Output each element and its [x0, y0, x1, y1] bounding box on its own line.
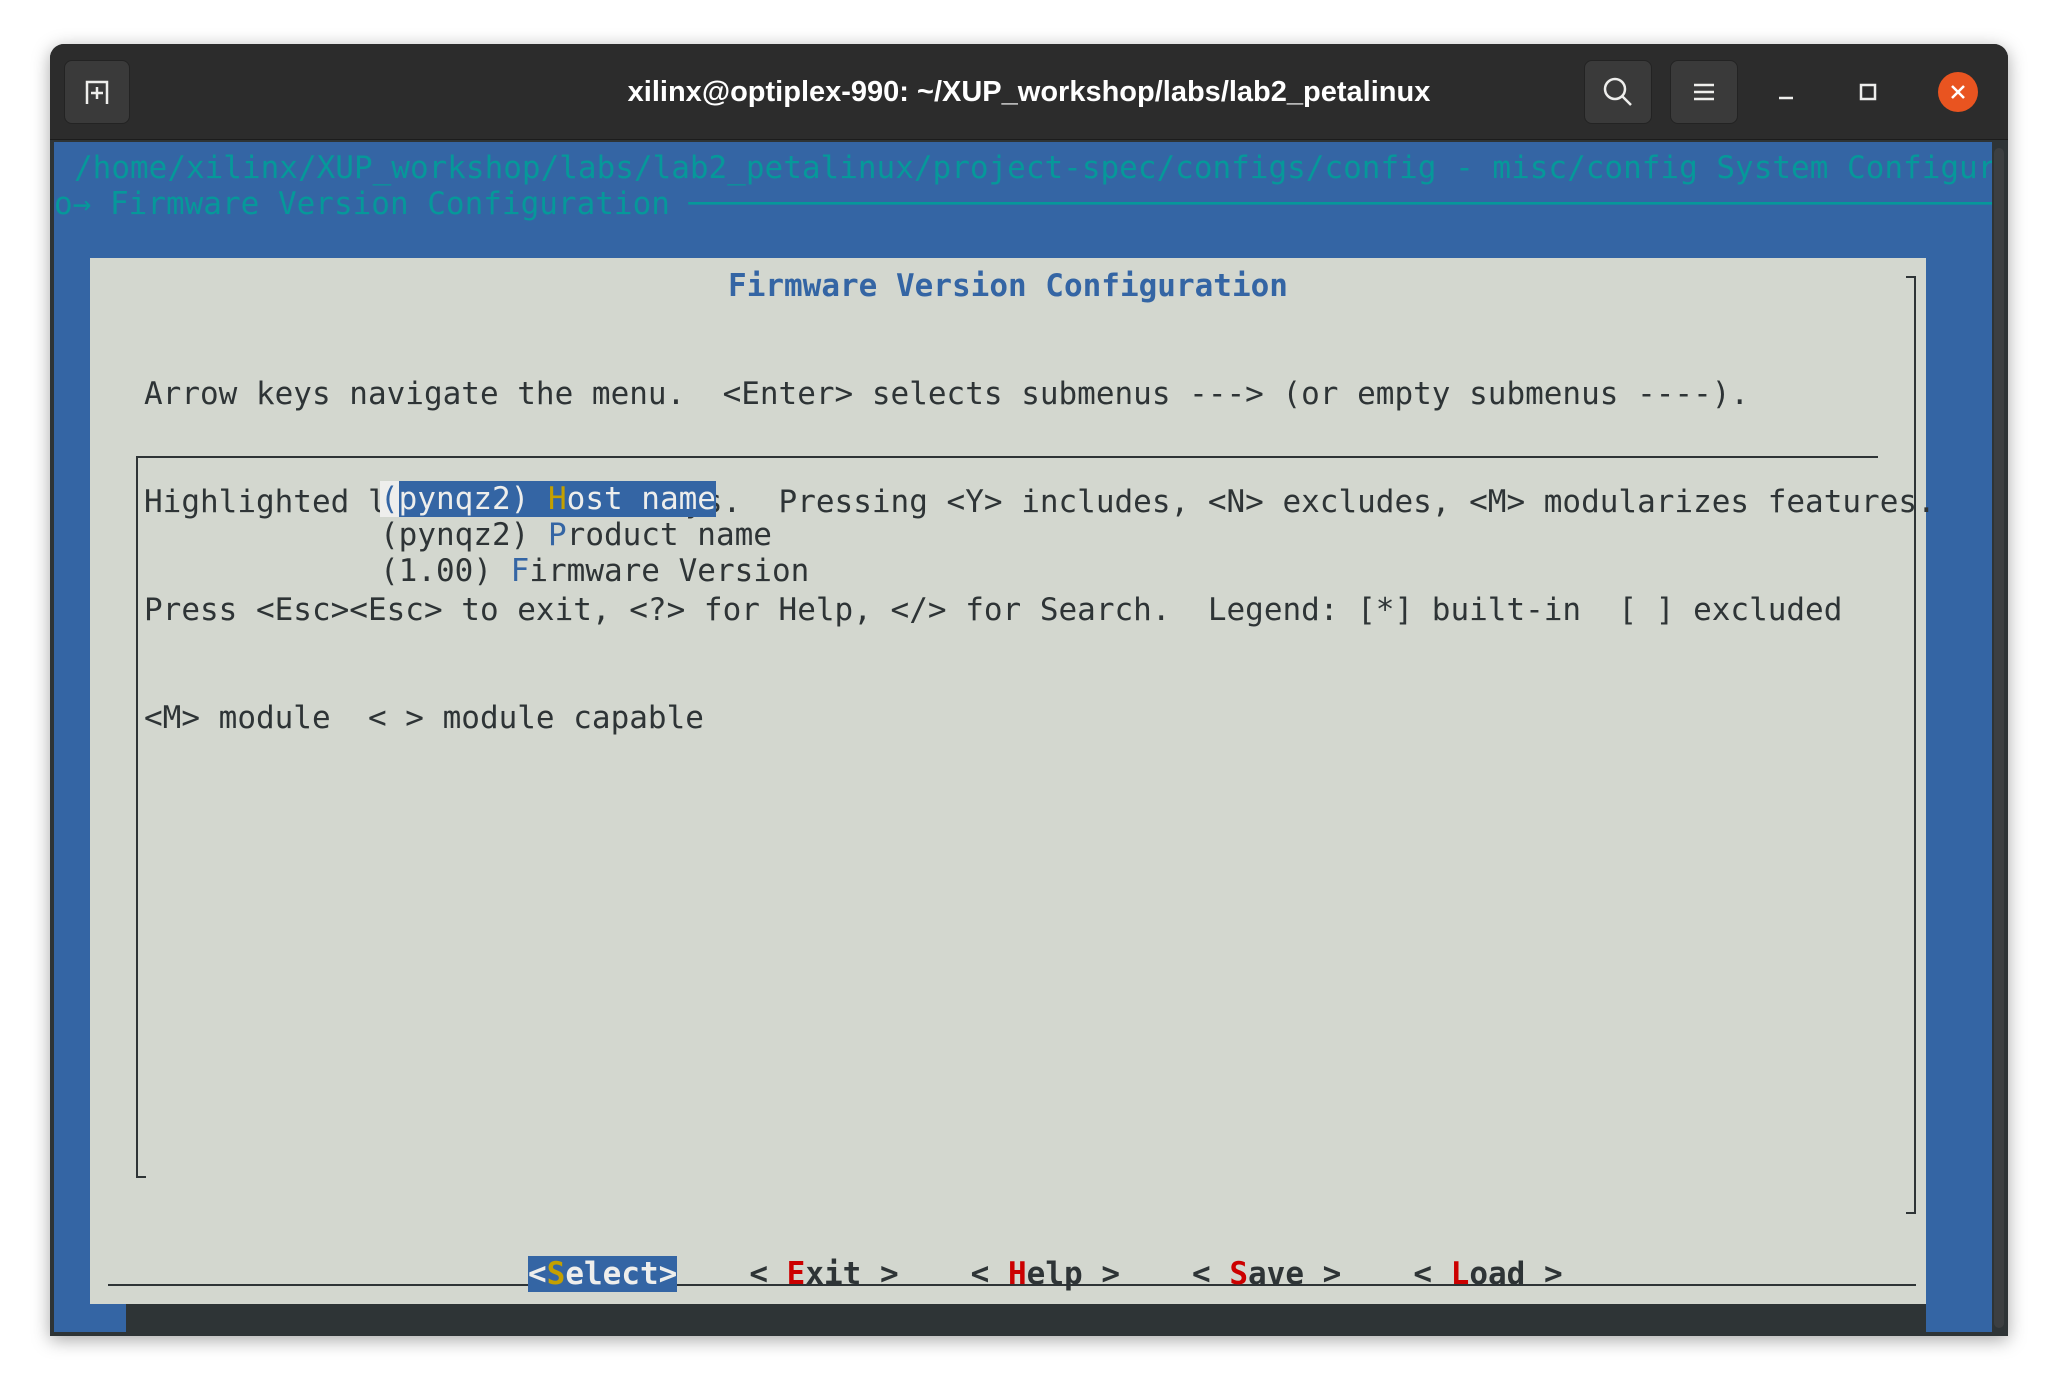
help-line: Arrow keys navigate the menu. <Enter> se… [144, 376, 1750, 412]
menu-box-left-border [136, 456, 138, 1178]
terminal-window: xilinx@optiplex-990: ~/XUP_workshop/labs… [50, 44, 2008, 1336]
new-tab-button[interactable] [64, 60, 130, 124]
help-line: <M> module < > module capable [144, 700, 704, 736]
hotkey: H [547, 481, 567, 517]
minimize-button[interactable] [1754, 60, 1818, 124]
dialog-border-corner [1906, 276, 1916, 278]
menu-list: (pynqz2) Host name (pynqz2) Product name… [380, 481, 809, 589]
hotkey: P [547, 517, 567, 553]
cursor: ( [380, 481, 399, 517]
close-icon [1951, 85, 1965, 99]
terminal-scrollbar[interactable] [1994, 148, 2004, 1328]
menu-item-firmware-version[interactable]: (1.00) Firmware Version [380, 553, 809, 589]
buttons-corner [1906, 1212, 1916, 1214]
load-button[interactable]: < Load > [1413, 1256, 1562, 1292]
button-row: < Select > < Exit > < Help > < Save > < Lo… [528, 1256, 1563, 1292]
breadcrumb: o→ Firmware Version Configuration ──────… [54, 186, 1992, 222]
dialog-title: Firmware Version Configuration [728, 268, 1288, 304]
terminal-area[interactable]: /home/xilinx/XUP_workshop/labs/lab2_peta… [54, 142, 1992, 1332]
menu-item-host-name[interactable]: (pynqz2) Host name [380, 481, 716, 517]
dialog-shadow-bottom [126, 1304, 1926, 1332]
menuconfig-dialog: Firmware Version Configuration Arrow key… [90, 258, 1936, 1304]
new-tab-icon [85, 80, 109, 104]
help-line: Press <Esc><Esc> to exit, <?> for Help, … [144, 592, 1843, 628]
save-button[interactable]: < Save > [1192, 1256, 1341, 1292]
title-bar: xilinx@optiplex-990: ~/XUP_workshop/labs… [50, 44, 2008, 140]
menu-button[interactable] [1670, 60, 1738, 124]
search-button[interactable] [1584, 60, 1652, 124]
select-button[interactable]: < Select > [528, 1256, 678, 1292]
hotkey: F [510, 553, 530, 589]
maximize-icon [1859, 83, 1877, 101]
maximize-button[interactable] [1836, 60, 1900, 124]
minimize-icon [1779, 96, 1793, 100]
config-path: /home/xilinx/XUP_workshop/labs/lab2_peta… [74, 150, 1992, 186]
hamburger-menu-icon [1694, 83, 1714, 101]
close-button[interactable] [1938, 72, 1978, 112]
search-icon [1603, 77, 1632, 106]
menu-item-product-name[interactable]: (pynqz2) Product name [380, 517, 772, 553]
menu-box-top-border [136, 456, 1878, 458]
exit-button[interactable]: < Exit > [749, 1256, 898, 1292]
menu-box-bottom-corner [136, 1176, 146, 1178]
help-button[interactable]: < Help > [971, 1256, 1120, 1292]
